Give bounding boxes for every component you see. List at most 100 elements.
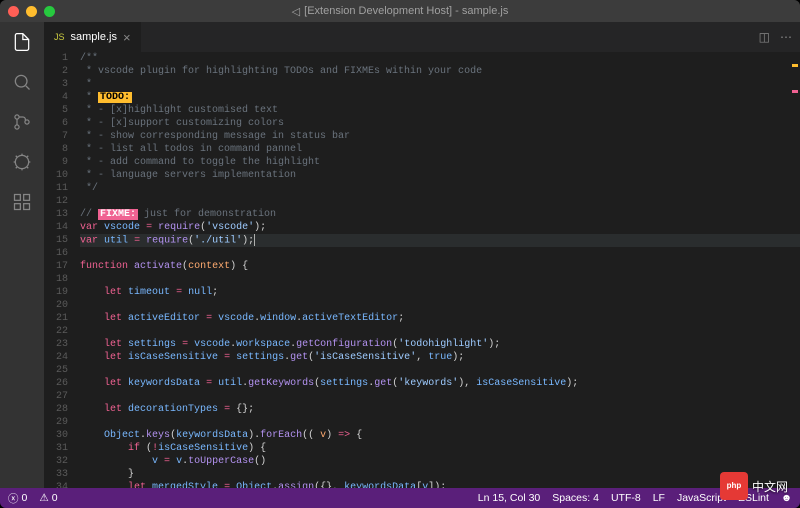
- close-window-button[interactable]: [8, 6, 19, 17]
- code-line[interactable]: let activeEditor = vscode.window.activeT…: [80, 312, 800, 325]
- code-line[interactable]: }: [80, 468, 800, 481]
- maximize-window-button[interactable]: [44, 6, 55, 17]
- status-warnings[interactable]: ⚠ 0: [39, 492, 57, 504]
- line-number: 9: [44, 156, 68, 169]
- vscode-logo-icon: ◁: [292, 5, 300, 18]
- status-eol[interactable]: LF: [653, 492, 665, 504]
- code-line[interactable]: var util = require('./util');: [80, 234, 800, 247]
- code-line[interactable]: [80, 273, 800, 286]
- status-encoding[interactable]: UTF-8: [611, 492, 641, 504]
- tab-label: sample.js: [71, 31, 117, 43]
- warning-icon: ⚠: [39, 492, 48, 504]
- overview-ruler[interactable]: [790, 52, 800, 488]
- code-line[interactable]: let settings = vscode.workspace.getConfi…: [80, 338, 800, 351]
- code-line[interactable]: [80, 195, 800, 208]
- line-number: 2: [44, 65, 68, 78]
- code-line[interactable]: let keywordsData = util.getKeywords(sett…: [80, 377, 800, 390]
- warning-count: 0: [52, 492, 58, 504]
- code-line[interactable]: [80, 416, 800, 429]
- line-number: 5: [44, 104, 68, 117]
- debug-icon[interactable]: [10, 150, 34, 174]
- code-line[interactable]: function activate(context) {: [80, 260, 800, 273]
- line-number: 34: [44, 481, 68, 488]
- code-line[interactable]: var vscode = require('vscode');: [80, 221, 800, 234]
- code-line[interactable]: let timeout = null;: [80, 286, 800, 299]
- status-errors[interactable]: ⓧ 0: [8, 491, 27, 506]
- more-actions-icon[interactable]: ⋯: [780, 30, 792, 44]
- code-line[interactable]: [80, 299, 800, 312]
- line-number: 11: [44, 182, 68, 195]
- code-line[interactable]: [80, 390, 800, 403]
- status-indent[interactable]: Spaces: 4: [552, 492, 599, 504]
- code-line[interactable]: * - list all todos in command pannel: [80, 143, 800, 156]
- watermark-text: 中文网: [752, 478, 788, 495]
- code-line[interactable]: /**: [80, 52, 800, 65]
- code-line[interactable]: * - add command to toggle the highlight: [80, 156, 800, 169]
- line-number: 33: [44, 468, 68, 481]
- code-line[interactable]: * - language servers implementation: [80, 169, 800, 182]
- code-line[interactable]: v = v.toUpperCase(): [80, 455, 800, 468]
- line-number: 1: [44, 52, 68, 65]
- line-number: 4: [44, 91, 68, 104]
- editor-group: JS sample.js × ◫ ⋯ 123456789101112131415…: [44, 22, 800, 488]
- code-line[interactable]: Object.keys(keywordsData).forEach(( v) =…: [80, 429, 800, 442]
- code-line[interactable]: [80, 364, 800, 377]
- line-numbers: 1234567891011121314151617181920212223242…: [44, 52, 80, 488]
- code-line[interactable]: * - show corresponding message in status…: [80, 130, 800, 143]
- window-body: JS sample.js × ◫ ⋯ 123456789101112131415…: [0, 22, 800, 488]
- line-number: 3: [44, 78, 68, 91]
- line-number: 16: [44, 247, 68, 260]
- error-icon: ⓧ: [8, 491, 19, 506]
- watermark: php 中文网: [720, 472, 788, 500]
- tab-sample-js[interactable]: JS sample.js ×: [44, 22, 142, 52]
- close-tab-icon[interactable]: ×: [123, 30, 131, 45]
- explorer-icon[interactable]: [10, 30, 34, 54]
- code-editor[interactable]: 1234567891011121314151617181920212223242…: [44, 52, 800, 488]
- code-line[interactable]: let isCaseSensitive = settings.get('isCa…: [80, 351, 800, 364]
- line-number: 32: [44, 455, 68, 468]
- watermark-logo: php: [720, 472, 748, 500]
- line-number: 30: [44, 429, 68, 442]
- line-number: 15: [44, 234, 68, 247]
- traffic-lights: [8, 6, 55, 17]
- code-line[interactable]: * TODO:: [80, 91, 800, 104]
- todo-highlight: TODO:: [98, 92, 132, 103]
- code-line[interactable]: // FIXME: just for demonstration: [80, 208, 800, 221]
- code-line[interactable]: [80, 325, 800, 338]
- line-number: 19: [44, 286, 68, 299]
- code-line[interactable]: *: [80, 78, 800, 91]
- code-line[interactable]: * - [x]support customizing colors: [80, 117, 800, 130]
- minimize-window-button[interactable]: [26, 6, 37, 17]
- line-number: 27: [44, 390, 68, 403]
- search-icon[interactable]: [10, 70, 34, 94]
- ruler-decoration[interactable]: [792, 90, 798, 93]
- line-number: 12: [44, 195, 68, 208]
- source-control-icon[interactable]: [10, 110, 34, 134]
- line-number: 21: [44, 312, 68, 325]
- line-number: 13: [44, 208, 68, 221]
- status-language[interactable]: JavaScript: [677, 492, 726, 504]
- code-line[interactable]: */: [80, 182, 800, 195]
- ruler-decoration[interactable]: [792, 64, 798, 67]
- code-line[interactable]: let decorationTypes = {};: [80, 403, 800, 416]
- line-number: 8: [44, 143, 68, 156]
- window-title-text: [Extension Development Host] - sample.js: [304, 5, 508, 17]
- code-line[interactable]: * vscode plugin for highlighting TODOs a…: [80, 65, 800, 78]
- line-number: 26: [44, 377, 68, 390]
- titlebar: ◁ [Extension Development Host] - sample.…: [0, 0, 800, 22]
- line-number: 17: [44, 260, 68, 273]
- error-count: 0: [22, 492, 28, 504]
- text-cursor: [254, 234, 255, 246]
- window-title: ◁ [Extension Development Host] - sample.…: [292, 5, 509, 18]
- line-number: 18: [44, 273, 68, 286]
- code-line[interactable]: * - [x]highlight customised text: [80, 104, 800, 117]
- code-line[interactable]: [80, 247, 800, 260]
- extensions-icon[interactable]: [10, 190, 34, 214]
- line-number: 25: [44, 364, 68, 377]
- split-editor-icon[interactable]: ◫: [759, 30, 770, 44]
- code-line[interactable]: if (!isCaseSensitive) {: [80, 442, 800, 455]
- code-line[interactable]: let mergedStyle = Object.assign({}, keyw…: [80, 481, 800, 488]
- status-left: ⓧ 0 ⚠ 0: [8, 491, 58, 506]
- status-cursor[interactable]: Ln 15, Col 30: [478, 492, 540, 504]
- code-content[interactable]: /** * vscode plugin for highlighting TOD…: [80, 52, 800, 488]
